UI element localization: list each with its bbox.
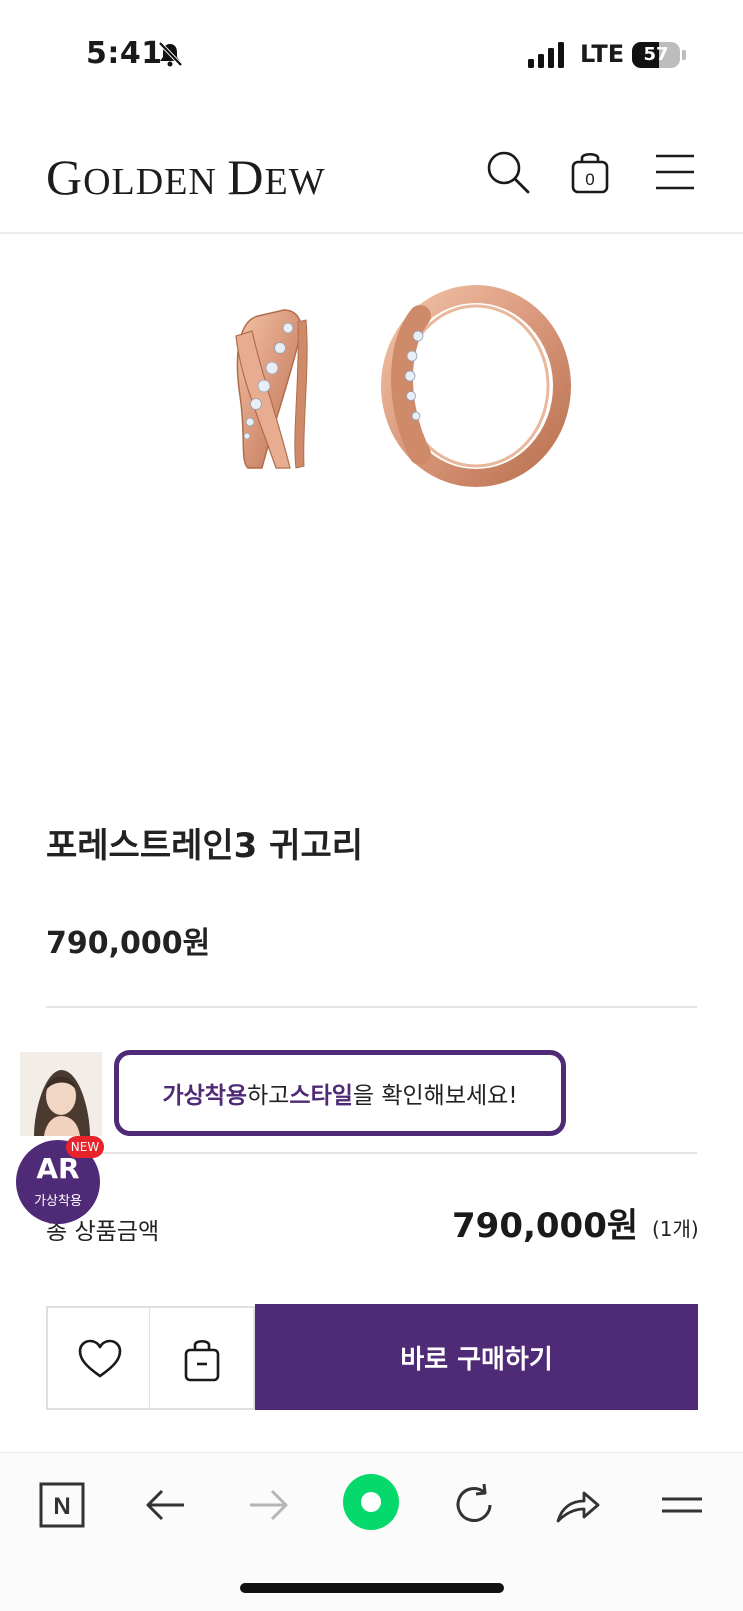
add-to-cart-button[interactable] <box>149 1306 255 1410</box>
battery-icon: 57 <box>632 42 680 68</box>
battery-tip <box>682 50 686 60</box>
product-image[interactable] <box>0 236 743 756</box>
total-price-amount: 790,000원 <box>452 1206 639 1246</box>
shopping-bag-icon[interactable]: 0 <box>566 148 614 196</box>
reload-icon[interactable] <box>450 1481 498 1529</box>
ar-try-on-banner[interactable]: 가상착용 하고 스타일 을 확인해보세요! <box>114 1050 566 1136</box>
heart-icon <box>78 1339 122 1378</box>
back-arrow-icon[interactable] <box>142 1481 190 1529</box>
divider <box>46 1006 697 1008</box>
green-dot-home-icon[interactable] <box>342 1473 400 1531</box>
model-avatar-image[interactable] <box>20 1052 102 1136</box>
browser-menu-icon[interactable] <box>658 1481 706 1529</box>
hamburger-menu-icon[interactable] <box>650 148 698 196</box>
shopping-bag-icon <box>184 1339 220 1382</box>
site-header: GOLDEN DEW 0 <box>0 110 743 234</box>
search-icon[interactable] <box>484 148 532 196</box>
cart-count: 0 <box>585 170 594 189</box>
ar-badge-subtitle: 가상착용 <box>34 1194 82 1209</box>
status-time: 5:41 <box>86 36 163 71</box>
total-quantity: (1개) <box>652 1217 699 1241</box>
new-badge: NEW <box>66 1136 104 1158</box>
earring-side-view <box>235 309 308 469</box>
status-bar: 5:41 LTE 57 <box>0 0 743 110</box>
divider <box>46 1152 697 1154</box>
naver-n-letter: N <box>53 1493 70 1520</box>
product-price: 790,000원 <box>46 926 211 961</box>
product-name: 포레스트레인3 귀고리 <box>46 826 364 866</box>
bell-muted-icon <box>158 41 183 67</box>
golden-dew-logo[interactable]: GOLDEN DEW <box>46 148 326 206</box>
network-type: LTE <box>580 40 625 68</box>
browser-toolbar: N <box>0 1452 743 1611</box>
home-indicator[interactable] <box>240 1583 504 1593</box>
share-icon[interactable] <box>554 1481 602 1529</box>
buy-now-button[interactable]: 바로 구매하기 <box>255 1304 698 1410</box>
forward-arrow-icon[interactable] <box>244 1481 292 1529</box>
naver-n-icon[interactable]: N <box>38 1481 86 1529</box>
wishlist-button[interactable] <box>46 1306 151 1410</box>
battery-level: 57 <box>643 44 669 65</box>
cellular-signal-icon <box>528 42 564 68</box>
earring-front-view <box>381 285 571 487</box>
